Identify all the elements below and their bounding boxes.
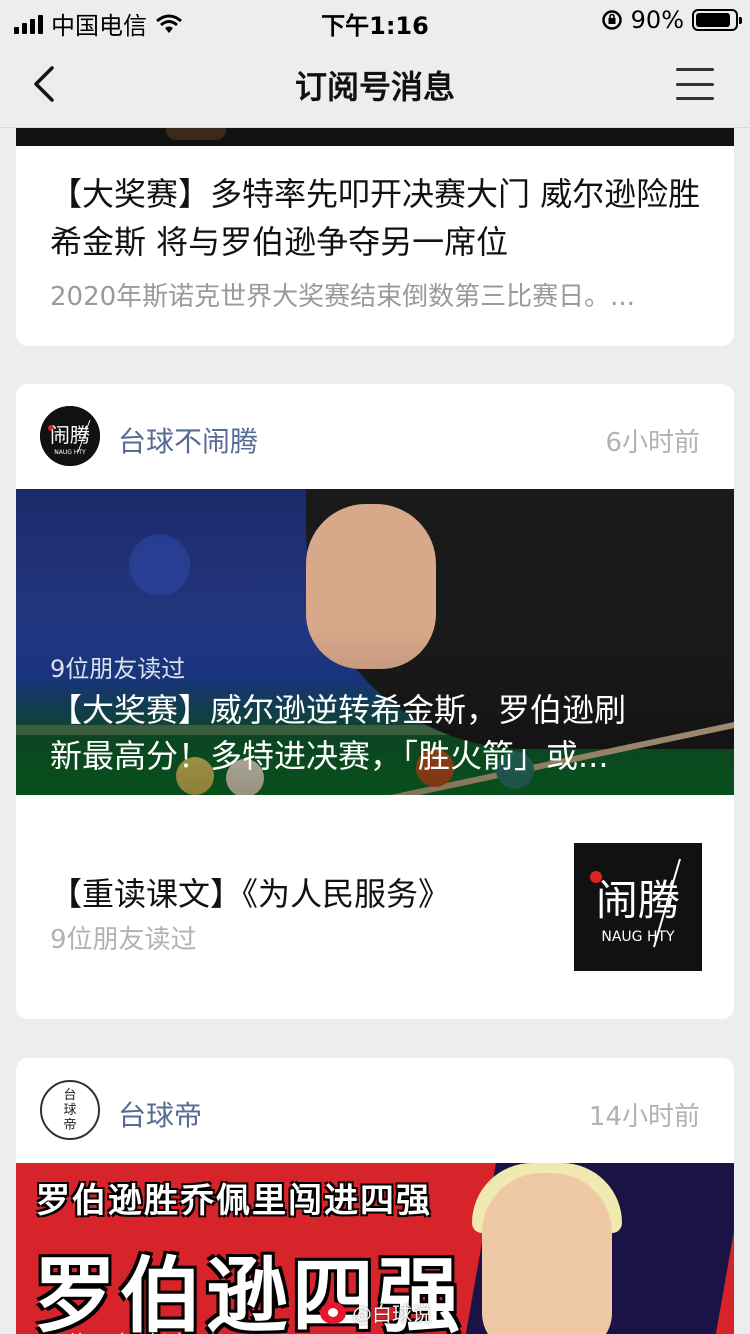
account-avatar[interactable]: 闹腾 NAUG HTY xyxy=(40,406,100,466)
account-avatar[interactable]: 台 球 帝 xyxy=(40,1080,100,1140)
hero-readers: 9位朋友读过 xyxy=(50,655,186,683)
battery-percent: 90% xyxy=(630,6,684,34)
article-title[interactable]: 【重读课文】《为人民服务》 xyxy=(50,869,450,915)
weibo-icon xyxy=(320,1301,346,1324)
svg-text:NAUG HTY: NAUG HTY xyxy=(601,929,675,945)
hero-title-line2: 新最高分！多特进决赛，「胜火箭」或... xyxy=(50,737,609,775)
status-right: 90% xyxy=(601,6,742,34)
weibo-watermark: @白球说 xyxy=(320,1298,432,1327)
account-card: 闹腾 NAUG HTY 台球不闹腾 6小时前 9位朋友读过 【大奖赛】威尔逊逆转… xyxy=(16,384,734,1019)
article-desc: 2020年斯诺克世界大奖赛结束倒数第三比赛日。... xyxy=(50,282,635,312)
player-image xyxy=(482,1173,612,1334)
orientation-lock-icon xyxy=(601,10,622,30)
account-header[interactable]: 台 球 帝 台球帝 14小时前 xyxy=(16,1058,734,1162)
nav-bar: 订阅号消息 xyxy=(0,40,750,128)
account-card: 台 球 帝 台球帝 14小时前 罗伯逊胜乔佩里闯进四强 罗伯逊四强 5位朋友读过 xyxy=(16,1058,734,1334)
screen: 中国电信 下午1:16 90% 订阅号消息 【大奖赛】多特率先叩开决赛大门 威尔… xyxy=(0,0,750,1334)
battery-fill xyxy=(696,13,731,27)
naughty-logo-icon: 闹腾 NAUG HTY xyxy=(40,406,100,466)
article-hero[interactable]: 9位朋友读过 【大奖赛】威尔逊逆转希金斯，罗伯逊刷 新最高分！多特进决赛，「胜火… xyxy=(16,489,734,795)
account-time: 6小时前 xyxy=(605,428,700,458)
article-title[interactable]: 【大奖赛】多特率先叩开决赛大门 威尔逊险胜希金斯 将与罗伯逊争夺另一席位 xyxy=(50,170,710,266)
hero-title-line1: 【大奖赛】威尔逊逆转希金斯，罗伯逊刷 xyxy=(50,691,627,729)
status-bar: 中国电信 下午1:16 90% xyxy=(0,0,750,40)
article-thumbnail[interactable]: 闹腾 NAUG HTY xyxy=(574,843,702,971)
naughty-logo-icon: 闹腾 NAUG HTY xyxy=(574,843,702,971)
article-readers: 9位朋友读过 xyxy=(50,925,197,955)
svg-text:NAUG HTY: NAUG HTY xyxy=(54,449,86,456)
avatar-char: 帝 xyxy=(63,1117,77,1133)
watermark-text: @白球说 xyxy=(352,1302,432,1326)
avatar-char: 球 xyxy=(63,1102,77,1118)
account-name[interactable]: 台球帝 xyxy=(118,1094,202,1134)
article-list-item[interactable]: 【重读课文】《为人民服务》 9位朋友读过 闹腾 NAUG HTY xyxy=(16,795,734,1019)
page-title: 订阅号消息 xyxy=(294,68,455,106)
avatar-char: 台 xyxy=(63,1087,77,1103)
account-header[interactable]: 闹腾 NAUG HTY 台球不闹腾 6小时前 xyxy=(16,384,734,488)
hero-readers: 5位朋友读过 xyxy=(50,1325,185,1334)
hero-headline: 罗伯逊胜乔佩里闯进四强 xyxy=(36,1181,432,1221)
hero-title[interactable]: 【大奖赛】威尔逊逆转希金斯，罗伯逊刷 新最高分！多特进决赛，「胜火箭」或... xyxy=(50,687,700,779)
battery-icon xyxy=(692,9,742,31)
menu-icon[interactable] xyxy=(676,68,714,100)
account-time: 14小时前 xyxy=(588,1102,700,1132)
account-name[interactable]: 台球不闹腾 xyxy=(118,420,258,460)
article-card[interactable]: 【大奖赛】多特率先叩开决赛大门 威尔逊险胜希金斯 将与罗伯逊争夺另一席位 202… xyxy=(16,110,734,346)
